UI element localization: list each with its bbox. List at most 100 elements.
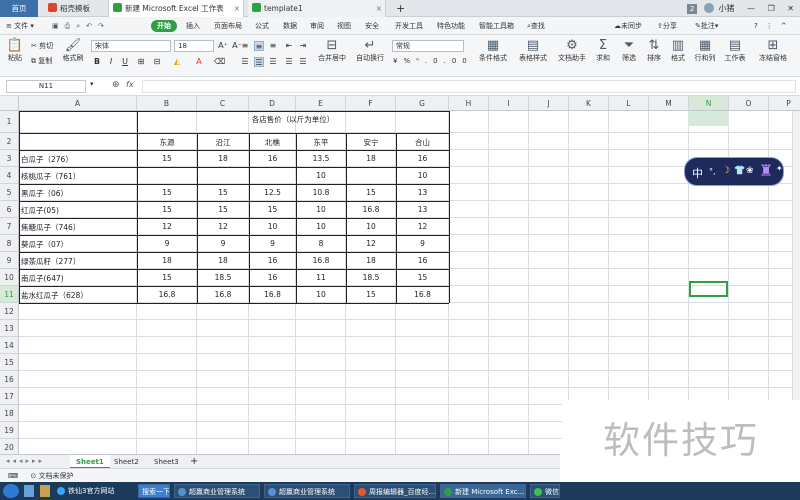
product-name[interactable]: 绿茶瓜籽（277）: [21, 256, 80, 267]
price-cell[interactable]: 15: [197, 205, 249, 214]
thousands-icon[interactable]: ⁰: [416, 57, 425, 65]
price-cell[interactable]: 15: [137, 188, 197, 197]
align-middle-icon[interactable]: ≡: [254, 41, 264, 51]
menu-data[interactable]: 数据: [283, 17, 297, 35]
row-header-2[interactable]: 2: [0, 133, 19, 150]
product-name[interactable]: 核桃瓜子（761）: [21, 171, 80, 182]
maximize-icon[interactable]: ❐: [768, 4, 775, 13]
sort-button[interactable]: ⇅ 排序: [643, 38, 665, 63]
font-color-icon[interactable]: A: [194, 57, 204, 67]
shirt-icon[interactable]: 👕: [734, 166, 745, 176]
sheet-nav-arrows[interactable]: ◂◂◂▸▸▸: [6, 457, 45, 465]
column-header-n[interactable]: N: [689, 96, 729, 111]
price-cell[interactable]: 9: [249, 239, 296, 248]
store-header[interactable]: 北樵: [249, 137, 296, 148]
price-cell[interactable]: 15: [197, 188, 249, 197]
price-cell[interactable]: 15: [346, 290, 396, 299]
align-bottom-icon[interactable]: ≡: [268, 41, 278, 51]
sync-status[interactable]: ☁未同步: [614, 17, 642, 35]
row-header-18[interactable]: 18: [0, 405, 19, 422]
price-cell[interactable]: 10: [296, 205, 346, 214]
share-button[interactable]: ⇪分享: [657, 17, 677, 35]
grow-font-icon[interactable]: A⁺: [218, 41, 228, 51]
row-header-14[interactable]: 14: [0, 337, 19, 354]
help-icon[interactable]: ?: [754, 22, 766, 30]
close-tab-icon[interactable]: ×: [234, 0, 240, 17]
column-header-m[interactable]: M: [649, 96, 689, 111]
menu-review[interactable]: 审阅: [310, 17, 324, 35]
price-cell[interactable]: 16.8: [396, 290, 449, 299]
selected-cell-n11[interactable]: [689, 281, 728, 297]
format-painter-button[interactable]: 🖌 格式刷: [60, 38, 86, 63]
price-cell[interactable]: 12: [396, 222, 449, 231]
taskbar-business-2[interactable]: 超赢商业管理系统: [264, 484, 350, 498]
price-cell[interactable]: 12.5: [249, 188, 296, 197]
new-tab-button[interactable]: +: [392, 0, 406, 17]
indent-increase-icon[interactable]: ⇥: [298, 41, 308, 51]
gear-icon[interactable]: ❀: [746, 166, 754, 176]
price-cell[interactable]: 16: [249, 256, 296, 265]
taskbar-excel[interactable]: 新建 Microsoft Exc...: [440, 484, 526, 498]
sum-button[interactable]: Σ 求和: [592, 38, 614, 63]
row-header-12[interactable]: 12: [0, 303, 19, 320]
column-header-c[interactable]: C: [197, 96, 249, 111]
row-header-1[interactable]: 1: [0, 111, 19, 133]
menu-search[interactable]: ⌕查找: [527, 17, 545, 35]
tab-template-store[interactable]: 稻壳模板: [44, 0, 104, 17]
moon-icon[interactable]: ☽: [722, 166, 730, 176]
print-icon[interactable]: ⎙: [65, 22, 77, 30]
fx-icon[interactable]: fx: [126, 80, 134, 89]
taskbar-business-1[interactable]: 超赢商业管理系统: [174, 484, 260, 498]
protection-status[interactable]: 文档未保护: [38, 472, 73, 480]
align-center-icon[interactable]: ☰: [254, 57, 264, 67]
worksheet-button[interactable]: ▤ 工作表: [722, 38, 748, 63]
price-cell[interactable]: 13: [396, 205, 449, 214]
price-cell[interactable]: 13.5: [296, 154, 346, 163]
price-cell[interactable]: 15: [137, 154, 197, 163]
taskbar-search[interactable]: 搜索一下: [138, 484, 170, 498]
undo-icon[interactable]: ↶: [86, 22, 98, 30]
price-cell[interactable]: 10.8: [296, 188, 346, 197]
menu-formulas[interactable]: 公式: [255, 17, 269, 35]
show-desktop-icon[interactable]: [24, 485, 34, 497]
punctuation-icon[interactable]: °,: [709, 167, 716, 176]
notification-badge[interactable]: 2: [686, 4, 698, 14]
price-cell[interactable]: 9: [197, 239, 249, 248]
row-header-15[interactable]: 15: [0, 354, 19, 371]
price-cell[interactable]: 15: [396, 273, 449, 282]
collapse-ribbon-icon[interactable]: ^: [781, 22, 795, 30]
select-all-corner[interactable]: [0, 96, 19, 111]
price-cell[interactable]: 10: [296, 171, 346, 180]
row-header-17[interactable]: 17: [0, 388, 19, 405]
price-cell[interactable]: 16.8: [137, 290, 197, 299]
conditional-format-button[interactable]: ▦ 条件格式: [474, 38, 512, 63]
menu-developer[interactable]: 开发工具: [395, 17, 423, 35]
distributed-icon[interactable]: ☰: [298, 57, 308, 67]
start-icon[interactable]: [3, 484, 19, 498]
column-header-e[interactable]: E: [296, 96, 346, 111]
price-cell[interactable]: 16.8: [249, 290, 296, 299]
tab-template1[interactable]: template1 ×: [248, 0, 386, 17]
price-cell[interactable]: 18: [197, 154, 249, 163]
menu-home[interactable]: 开始: [151, 20, 177, 32]
column-header-j[interactable]: J: [529, 96, 569, 111]
price-cell[interactable]: 10: [296, 222, 346, 231]
menu-page-layout[interactable]: 页面布局: [214, 17, 242, 35]
preview-icon[interactable]: ⌕: [76, 22, 86, 30]
price-cell[interactable]: 15: [346, 188, 396, 197]
comment-button[interactable]: ✎批注▾: [695, 17, 718, 35]
paste-button[interactable]: 📋 粘贴: [4, 38, 26, 63]
row-header-16[interactable]: 16: [0, 371, 19, 388]
clear-format-icon[interactable]: ⌫: [214, 57, 225, 67]
price-cell[interactable]: 16: [249, 154, 296, 163]
price-cell[interactable]: 18.5: [197, 273, 249, 282]
save-icon[interactable]: ▣: [52, 22, 65, 30]
product-name[interactable]: 盐水红瓜子（628）: [21, 290, 88, 301]
table-style-button[interactable]: ▤ 表格样式: [514, 38, 552, 63]
product-name[interactable]: 南瓜子(647): [21, 273, 64, 284]
merge-center-button[interactable]: ⊟ 合并居中: [316, 38, 348, 63]
price-cell[interactable]: 16.8: [346, 205, 396, 214]
column-header-b[interactable]: B: [137, 96, 197, 111]
product-name[interactable]: 焦糖瓜子（746）: [21, 222, 80, 233]
price-cell[interactable]: 16.8: [197, 290, 249, 299]
